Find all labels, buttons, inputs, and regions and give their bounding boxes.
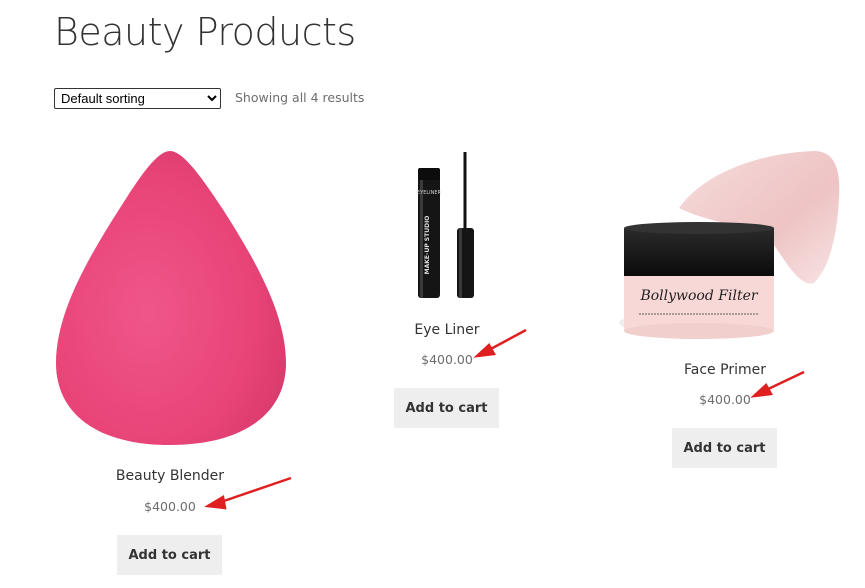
annotation-arrow-icon bbox=[750, 370, 805, 398]
